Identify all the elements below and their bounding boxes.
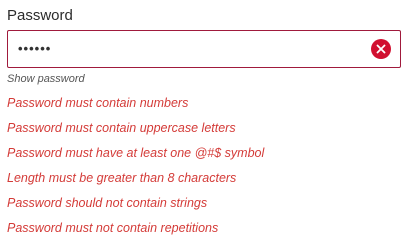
validation-error: Password must contain numbers [7,96,189,110]
validation-error: Password must contain uppercase letters [7,121,236,135]
validation-error: Password should not contain strings [7,196,208,210]
password-field-label: Password [7,7,73,24]
show-password-link[interactable]: Show password [7,72,85,87]
validation-error: Password must have at least one @#$ symb… [7,146,265,160]
validation-error-list: Password must contain numbers Password m… [7,93,264,243]
password-input[interactable]: •••••• [7,30,401,68]
password-input-value: •••••• [18,41,52,56]
close-circle-icon[interactable] [371,39,391,59]
validation-error: Password must not contain repetitions [7,221,219,235]
validation-error: Length must be greater than 8 characters [7,171,237,185]
